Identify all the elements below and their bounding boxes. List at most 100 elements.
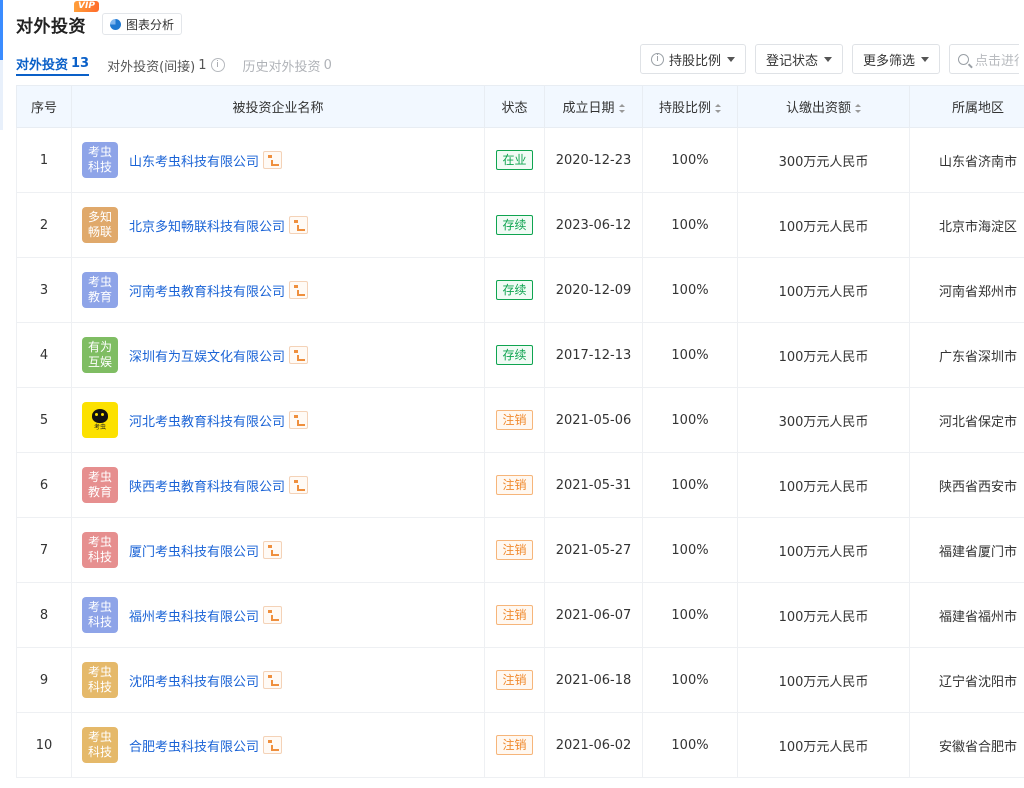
company-link[interactable]: 沈阳考虫科技有限公司 <box>129 671 259 690</box>
cell-company: 有为 互娱 深圳有为互娱文化有限公司 <box>71 322 485 388</box>
table-row[interactable]: 7 考虫 科技 厦门考虫科技有限公司 注销 2021-05-27 100% 100… <box>16 517 1024 583</box>
status-badge: 注销 <box>496 540 533 560</box>
col-header-date[interactable]: 成立日期 <box>544 85 643 128</box>
cell-seq: 1 <box>16 127 72 193</box>
company-logo: 考虫 教育 <box>82 272 118 308</box>
table-row[interactable]: 10 考虫 科技 合肥考虫科技有限公司 注销 2021-06-02 100% 10… <box>16 712 1024 778</box>
status-badge: 注销 <box>496 475 533 495</box>
cell-date: 2017-12-13 <box>544 322 643 388</box>
company-link[interactable]: 山东考虫科技有限公司 <box>129 151 259 170</box>
status-badge: 存续 <box>496 215 533 235</box>
more-filter-label: 更多筛选 <box>863 53 916 69</box>
col-header-share-label: 持股比例 <box>658 101 711 116</box>
logo-text: 科技 <box>87 615 112 629</box>
equity-structure-icon[interactable] <box>263 151 283 169</box>
tab-bar: 对外投资 13 对外投资(间接) 1 i 历史对外投资 0 <box>16 50 350 76</box>
cell-capital: 100万元人民币 <box>737 647 910 713</box>
equity-structure-icon[interactable] <box>263 541 283 559</box>
chevron-down-icon <box>727 56 736 62</box>
table-row[interactable]: 4 有为 互娱 深圳有为互娱文化有限公司 存续 2017-12-13 100% 1… <box>16 322 1024 388</box>
equity-structure-icon[interactable] <box>263 606 283 624</box>
tab-label: 历史对外投资 <box>242 59 321 75</box>
cell-seq: 10 <box>16 712 72 778</box>
cell-share: 100% <box>642 582 738 648</box>
cell-status: 注销 <box>484 712 545 778</box>
company-link[interactable]: 陕西考虫教育科技有限公司 <box>129 476 285 495</box>
company-link[interactable]: 福州考虫科技有限公司 <box>129 606 259 625</box>
tab-count: 0 <box>323 57 332 73</box>
equity-structure-icon[interactable] <box>263 736 283 754</box>
cell-seq: 7 <box>16 517 72 583</box>
table-row[interactable]: 9 考虫 科技 沈阳考虫科技有限公司 注销 2021-06-18 100% 100… <box>16 647 1024 713</box>
search-icon <box>958 53 970 65</box>
company-link[interactable]: 河北考虫教育科技有限公司 <box>129 411 285 430</box>
cell-region: 安徽省合肥市 <box>909 712 1024 778</box>
info-icon: i <box>651 52 664 66</box>
cell-seq: 6 <box>16 452 72 518</box>
more-filter-dropdown[interactable]: 更多筛选 <box>852 44 941 74</box>
col-header-share[interactable]: 持股比例 <box>642 85 738 128</box>
logo-text: 畅联 <box>87 225 112 239</box>
tab-history-investment[interactable]: 历史对外投资 0 <box>243 54 332 76</box>
cell-region: 北京市海淀区 <box>909 192 1024 258</box>
cell-share: 100% <box>642 647 738 713</box>
equity-structure-icon[interactable] <box>263 671 283 689</box>
left-accent-bar <box>0 0 3 60</box>
company-link[interactable]: 深圳有为互娱文化有限公司 <box>129 346 285 365</box>
cell-capital: 300万元人民币 <box>737 127 910 193</box>
equity-structure-icon[interactable] <box>289 346 309 364</box>
filter-bar: i 持股比例 登记状态 更多筛选 点击进行搜索 <box>640 44 1020 74</box>
info-icon[interactable]: i <box>210 58 225 72</box>
cell-status: 注销 <box>484 582 545 648</box>
table-row[interactable]: 8 考虫 科技 福州考虫科技有限公司 注销 2021-06-07 100% 100… <box>16 582 1024 648</box>
company-link[interactable]: 厦门考虫科技有限公司 <box>129 541 259 560</box>
cell-status: 注销 <box>484 387 545 453</box>
table-row[interactable]: 1 考虫 科技 山东考虫科技有限公司 在业 2020-12-23 100% 300… <box>16 127 1024 193</box>
status-filter-dropdown[interactable]: 登记状态 <box>755 44 844 74</box>
company-link[interactable]: 北京多知畅联科技有限公司 <box>129 216 285 235</box>
cell-company: 多知 畅联 北京多知畅联科技有限公司 <box>71 192 485 258</box>
cell-region: 河南省郑州市 <box>909 257 1024 323</box>
cell-capital: 100万元人民币 <box>737 257 910 323</box>
cell-company: 考虫 教育 河南考虫教育科技有限公司 <box>71 257 485 323</box>
company-cell: 考虫 科技 合肥考虫科技有限公司 <box>72 727 484 763</box>
cell-share: 100% <box>642 517 738 583</box>
status-filter-label: 登记状态 <box>766 53 819 69</box>
status-badge: 存续 <box>496 280 533 300</box>
logo-text: 教育 <box>87 290 112 304</box>
chart-analysis-button[interactable]: 图表分析 <box>102 13 183 35</box>
cell-share: 100% <box>642 257 738 323</box>
cell-capital: 100万元人民币 <box>737 322 910 388</box>
equity-structure-icon[interactable] <box>289 281 309 299</box>
cell-region: 广东省深圳市 <box>909 322 1024 388</box>
col-header-date-label: 成立日期 <box>562 101 615 116</box>
col-header-capital[interactable]: 认缴出资额 <box>737 85 910 128</box>
investment-table: 序号 被投资企业名称 状态 成立日期 持股比例 认缴出资额 所属地区 1 考虫科… <box>16 85 1024 778</box>
status-badge: 在业 <box>496 150 533 170</box>
logo-text: 考虫 <box>87 730 112 744</box>
table-row[interactable]: 5 考虫 河北考虫教育科技有限公司 注销 2021-05-06 100% 300… <box>16 387 1024 453</box>
search-input[interactable]: 点击进行搜索 <box>949 44 1020 74</box>
equity-structure-icon[interactable] <box>289 216 309 234</box>
equity-structure-icon[interactable] <box>289 411 309 429</box>
table-header-row: 序号 被投资企业名称 状态 成立日期 持股比例 认缴出资额 所属地区 <box>16 85 1024 128</box>
cell-share: 100% <box>642 452 738 518</box>
share-filter-dropdown[interactable]: i 持股比例 <box>640 44 747 74</box>
logo-text: 科技 <box>87 550 112 564</box>
status-badge: 注销 <box>496 735 533 755</box>
company-link[interactable]: 河南考虫教育科技有限公司 <box>129 281 285 300</box>
company-logo: 多知 畅联 <box>82 207 118 243</box>
pie-chart-icon <box>110 18 121 30</box>
share-filter-label: 持股比例 <box>669 53 722 69</box>
table-row[interactable]: 6 考虫 教育 陕西考虫教育科技有限公司 注销 2021-05-31 100% 1… <box>16 452 1024 518</box>
table-row[interactable]: 3 考虫 教育 河南考虫教育科技有限公司 存续 2020-12-09 100% 1… <box>16 257 1024 323</box>
equity-structure-icon[interactable] <box>289 476 309 494</box>
cell-status: 注销 <box>484 517 545 583</box>
tab-indirect-investment[interactable]: 对外投资(间接) 1 i <box>107 54 225 76</box>
tab-direct-investment[interactable]: 对外投资 13 <box>16 52 90 76</box>
table-row[interactable]: 2 多知 畅联 北京多知畅联科技有限公司 存续 2023-06-12 100% 1… <box>16 192 1024 258</box>
company-link[interactable]: 合肥考虫科技有限公司 <box>129 736 259 755</box>
company-logo: 考虫 科技 <box>82 142 118 178</box>
logo-text: 多知 <box>87 210 112 224</box>
status-badge: 注销 <box>496 410 533 430</box>
